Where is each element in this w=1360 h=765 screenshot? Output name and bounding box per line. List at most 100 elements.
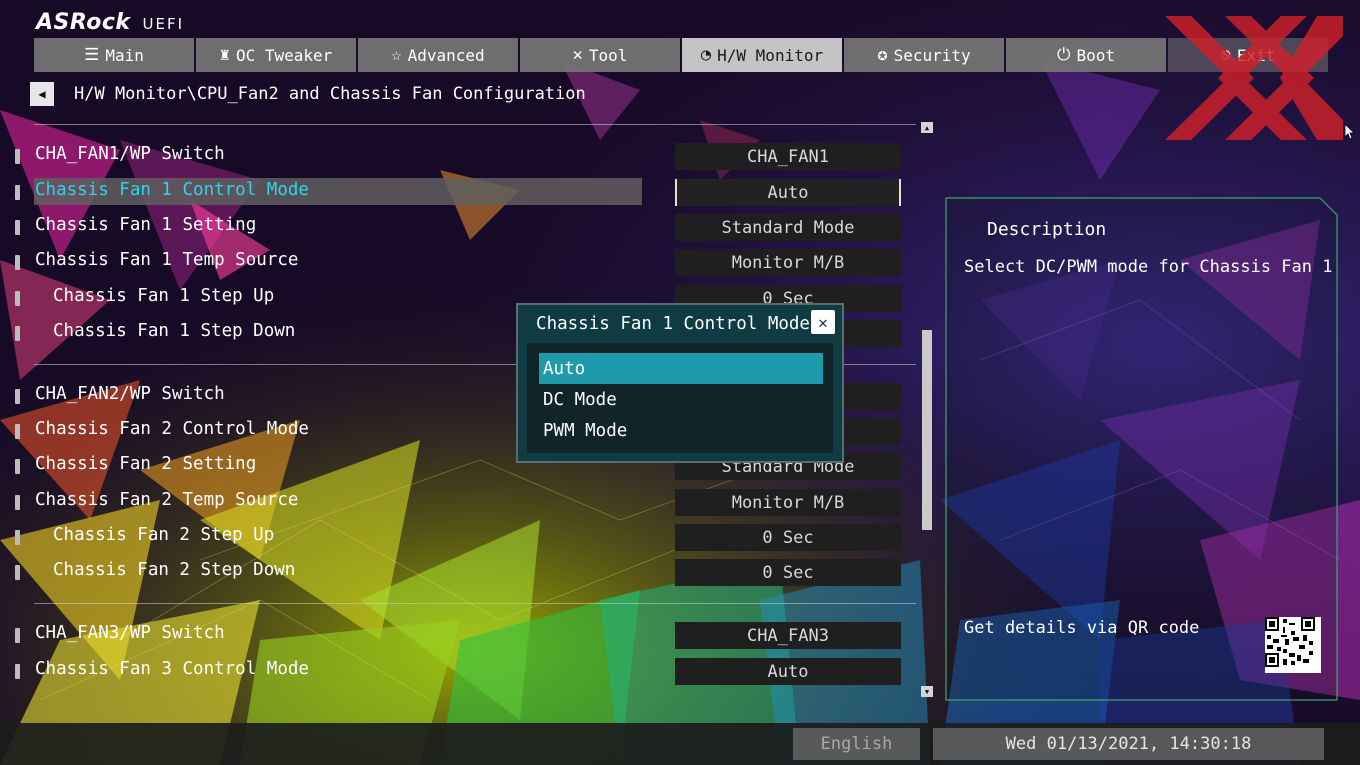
row-handle bbox=[15, 291, 20, 306]
control-mode-popup: Chassis Fan 1 Control Mode ✕ Auto DC Mod… bbox=[516, 303, 844, 463]
datetime-display: Wed 01/13/2021, 14:30:18 bbox=[933, 728, 1324, 760]
description-panel: Description Select DC/PWM mode for Chass… bbox=[945, 197, 1338, 701]
setting-value[interactable]: Monitor M/B bbox=[675, 489, 901, 516]
setting-row[interactable]: Chassis Fan 3 Control Mode Auto bbox=[10, 657, 905, 687]
status-bar: English Wed 01/13/2021, 14:30:18 bbox=[0, 723, 1360, 765]
breadcrumb: ◀ H/W Monitor\CPU_Fan2 and Chassis Fan C… bbox=[30, 82, 586, 106]
tab-exit[interactable]: ⎋ Exit bbox=[1168, 38, 1328, 72]
asrock-logo: ASRock UEFI bbox=[36, 10, 184, 35]
description-title: Description bbox=[987, 219, 1107, 240]
scrollbar[interactable]: ▲ ▼ bbox=[921, 122, 933, 697]
setting-row-selected[interactable]: Chassis Fan 1 Control Mode Auto bbox=[10, 178, 905, 208]
breadcrumb-path: H/W Monitor\CPU_Fan2 and Chassis Fan Con… bbox=[74, 84, 586, 104]
setting-label: Chassis Fan 2 Control Mode bbox=[35, 419, 309, 439]
divider bbox=[34, 603, 916, 604]
setting-label: Chassis Fan 2 Step Down bbox=[53, 560, 296, 580]
row-handle bbox=[15, 459, 20, 474]
setting-value[interactable]: CHA_FAN3 bbox=[675, 622, 901, 649]
power-icon: ⏻ bbox=[1057, 44, 1071, 65]
popup-title: Chassis Fan 1 Control Mode bbox=[536, 314, 810, 334]
tools-icon: ✕ bbox=[572, 44, 583, 65]
gauge-icon: ◔ bbox=[700, 44, 712, 65]
qr-caption: Get details via QR code bbox=[964, 618, 1200, 638]
scrollbar-thumb[interactable] bbox=[922, 330, 932, 530]
setting-row[interactable]: Chassis Fan 1 Setting Standard Mode bbox=[10, 213, 905, 243]
row-handle bbox=[15, 424, 20, 439]
tab-security-label: Security bbox=[893, 45, 971, 65]
setting-value[interactable]: 0 Sec bbox=[675, 559, 901, 586]
popup-options-list: Auto DC Mode PWM Mode bbox=[527, 343, 833, 453]
setting-value[interactable]: Auto bbox=[675, 658, 901, 685]
setting-label: CHA_FAN1/WP Switch bbox=[35, 144, 225, 164]
setting-label: Chassis Fan 1 Temp Source bbox=[35, 250, 299, 270]
setting-value[interactable]: Auto bbox=[675, 179, 901, 206]
setting-row[interactable]: Chassis Fan 1 Temp Source Monitor M/B bbox=[10, 248, 905, 278]
setting-value[interactable]: Standard Mode bbox=[675, 214, 901, 241]
tab-boot-label: Boot bbox=[1076, 45, 1115, 65]
popup-option-pwm-mode[interactable]: PWM Mode bbox=[539, 415, 823, 446]
tab-boot[interactable]: ⏻ Boot bbox=[1006, 38, 1166, 72]
row-handle bbox=[15, 220, 20, 235]
tab-hw-monitor[interactable]: ◔ H/W Monitor bbox=[682, 38, 842, 72]
tab-main-label: Main bbox=[105, 45, 144, 65]
row-handle bbox=[15, 255, 20, 270]
brand-subtitle: UEFI bbox=[142, 15, 185, 33]
row-handle bbox=[15, 628, 20, 643]
setting-row[interactable]: Chassis Fan 2 Step Down 0 Sec bbox=[10, 558, 905, 588]
row-handle bbox=[15, 326, 20, 341]
exit-icon: ⎋ bbox=[1220, 44, 1231, 65]
setting-label: Chassis Fan 3 Control Mode bbox=[35, 659, 309, 679]
star-icon: ☆ bbox=[391, 44, 402, 65]
setting-label: CHA_FAN2/WP Switch bbox=[35, 384, 225, 404]
setting-label: Chassis Fan 2 Setting bbox=[35, 454, 257, 474]
setting-row[interactable]: Chassis Fan 2 Temp Source Monitor M/B bbox=[10, 488, 905, 518]
shield-icon: ✪ bbox=[877, 44, 888, 65]
setting-row[interactable]: CHA_FAN1/WP Switch CHA_FAN1 bbox=[10, 142, 905, 172]
qr-code-pattern bbox=[1265, 617, 1315, 667]
rocket-icon: ♜ bbox=[219, 44, 230, 65]
main-tabs: ☰ Main ♜ OC Tweaker ☆ Advanced ✕ Tool ◔ … bbox=[34, 38, 1328, 72]
setting-label: Chassis Fan 2 Temp Source bbox=[35, 490, 299, 510]
tab-hw-monitor-label: H/W Monitor bbox=[717, 45, 824, 65]
popup-option-auto[interactable]: Auto bbox=[539, 353, 823, 384]
qr-code bbox=[1265, 617, 1321, 673]
setting-label: Chassis Fan 1 Control Mode bbox=[35, 180, 309, 200]
row-handle bbox=[15, 495, 20, 510]
divider bbox=[34, 124, 916, 125]
row-handle bbox=[15, 149, 20, 164]
tab-security[interactable]: ✪ Security bbox=[844, 38, 1004, 72]
row-handle bbox=[15, 530, 20, 545]
tab-tool[interactable]: ✕ Tool bbox=[520, 38, 680, 72]
row-handle bbox=[15, 389, 20, 404]
tab-main[interactable]: ☰ Main bbox=[34, 38, 194, 72]
scroll-down-arrow-icon[interactable]: ▼ bbox=[921, 686, 933, 697]
row-handle bbox=[15, 565, 20, 580]
popup-option-dc-mode[interactable]: DC Mode bbox=[539, 384, 823, 415]
row-handle bbox=[15, 664, 20, 679]
setting-value[interactable]: 0 Sec bbox=[675, 524, 901, 551]
setting-label: Chassis Fan 2 Step Up bbox=[53, 525, 275, 545]
tab-tool-label: Tool bbox=[588, 45, 628, 65]
mouse-cursor-icon bbox=[1345, 124, 1355, 140]
setting-row[interactable]: CHA_FAN3/WP Switch CHA_FAN3 bbox=[10, 621, 905, 651]
setting-label: Chassis Fan 1 Step Down bbox=[53, 321, 296, 341]
language-button[interactable]: English bbox=[793, 728, 920, 760]
arrow-left-icon: ◀ bbox=[38, 87, 46, 101]
setting-label: Chassis Fan 1 Step Up bbox=[53, 286, 275, 306]
tab-oc-tweaker[interactable]: ♜ OC Tweaker bbox=[196, 38, 356, 72]
tab-advanced[interactable]: ☆ Advanced bbox=[358, 38, 518, 72]
row-handle bbox=[15, 185, 20, 200]
back-button[interactable]: ◀ bbox=[30, 82, 54, 106]
setting-label: CHA_FAN3/WP Switch bbox=[35, 623, 225, 643]
setting-label: Chassis Fan 1 Setting bbox=[35, 215, 257, 235]
tab-advanced-label: Advanced bbox=[407, 45, 485, 65]
scroll-up-arrow-icon[interactable]: ▲ bbox=[921, 122, 933, 133]
setting-row[interactable]: Chassis Fan 2 Step Up 0 Sec bbox=[10, 523, 905, 553]
setting-value[interactable]: Monitor M/B bbox=[675, 249, 901, 276]
tab-exit-label: Exit bbox=[1236, 45, 1276, 65]
setting-value[interactable]: CHA_FAN1 bbox=[675, 143, 901, 170]
tab-oc-tweaker-label: OC Tweaker bbox=[235, 45, 333, 65]
brand-name: ASRock bbox=[36, 10, 131, 35]
close-icon[interactable]: ✕ bbox=[811, 310, 835, 334]
list-icon: ☰ bbox=[84, 44, 100, 65]
